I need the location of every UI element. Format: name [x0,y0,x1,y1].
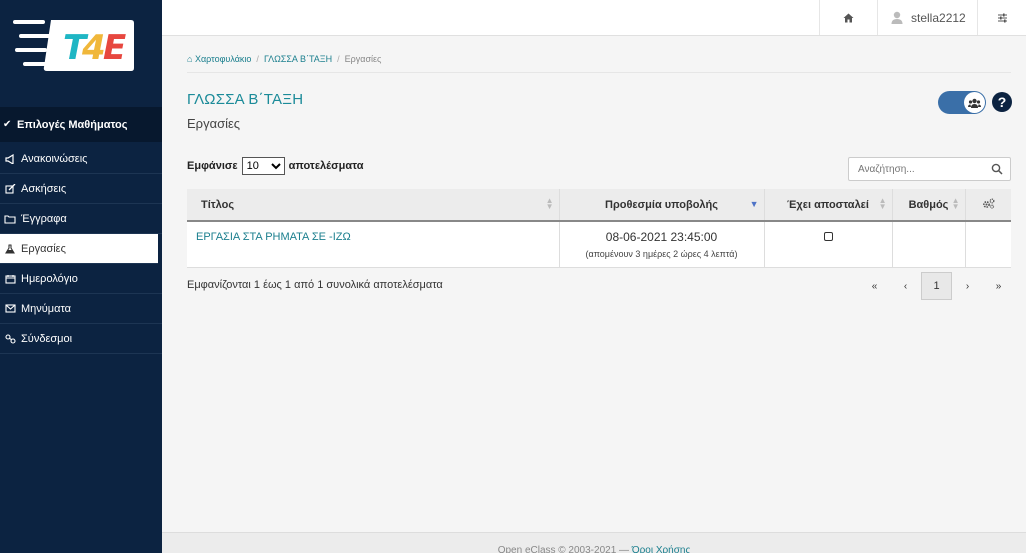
top-bar: stella2212 [162,0,1026,36]
column-actions [965,189,1011,222]
deadline-remaining: (απομένουν 3 ημέρες 2 ώρες 4 λεπτά) [585,248,738,259]
page-length-control: Εμφάνισε 10 αποτελέσματα [187,157,364,175]
sidebar-item-messages[interactable]: Μηνύματα [0,294,162,324]
settings-button[interactable] [977,0,1026,35]
calendar-icon [4,274,16,284]
sidebar-item-exercises[interactable]: Ασκήσεις [0,174,162,204]
edit-icon [4,183,16,194]
sidebar-item-announcements[interactable]: Ανακοινώσεις [0,144,162,174]
sort-desc-icon: ▼ [749,199,759,209]
page-length-select[interactable]: 10 [241,157,285,175]
sidebar-item-links[interactable]: Σύνδεσμοι [0,324,162,354]
gears-icon [982,198,995,209]
sort-icon: ▲ ▼ [545,196,554,211]
pager-next-button[interactable]: › [952,272,983,300]
sidebar-item-label: Ασκήσεις [21,182,67,195]
help-button[interactable]: ? [992,92,1012,112]
sidebar-item-label: Μηνύματα [21,302,72,315]
cell-grade [892,221,966,268]
table-info: Εμφανίζονται 1 έως 1 από 1 συνολικά αποτ… [187,279,443,291]
column-deadline[interactable]: Προθεσμία υποβολής ▼ [559,189,765,222]
sidebar: T 4 E ✔ Επιλογές Μαθήματος Ανακοινώσεις … [0,0,162,553]
folder-icon [4,214,16,224]
course-options-label: Επιλογές Μαθήματος [17,118,128,131]
cell-title: ΕΡΓΑΣΙΑ ΣΤΑ ΡΗΜΑΤΑ ΣΕ -ΙΖΩ [187,221,560,268]
sidebar-item-label: Ανακοινώσεις [21,152,88,165]
search-icon [991,163,1003,175]
sort-icon: ▲ ▼ [951,196,960,211]
page-title: ΓΛΩΣΣΑ Β΄ΤΑΞΗ [187,91,304,108]
table-row: ΕΡΓΑΣΙΑ ΣΤΑ ΡΗΜΑΤΑ ΣΕ -ΙΖΩ 08-06-2021 23… [187,221,1011,268]
footer-text: Open eClass © 2003-2021 — [497,545,632,553]
pager-first-button[interactable]: « [859,272,890,300]
home-icon: ⌂ [187,54,193,64]
megaphone-icon [4,153,16,164]
sidebar-item-label: Έγγραφα [21,212,67,225]
username: stella2212 [911,10,966,25]
assignment-link[interactable]: ΕΡΓΑΣΙΑ ΣΤΑ ΡΗΜΑΤΑ ΣΕ -ΙΖΩ [196,231,351,243]
flask-icon [4,243,16,254]
sidebar-item-label: Εργασίες [21,242,66,255]
svg-text:E: E [103,28,126,68]
footer: Open eClass © 2003-2021 — Όροι Χρήσης [162,532,1026,553]
table-header-row: Τίτλος ▲ ▼ Προθεσμία υποβολής ▼ Έχει αποσ… [187,189,1011,222]
column-submitted[interactable]: Έχει αποσταλεί ▲ ▼ [764,189,893,222]
page-subtitle: Εργασίες [187,116,241,131]
breadcrumb-current: Εργασίες [344,54,382,64]
column-title[interactable]: Τίτλος ▲ ▼ [187,189,560,222]
sidebar-item-calendar[interactable]: Ημερολόγιο [0,264,162,294]
submitted-checkbox-icon [823,232,833,241]
sidebar-item-assignments[interactable]: Εργασίες [0,234,158,264]
breadcrumb: ⌂ Χαρτοφυλάκιο / ΓΛΩΣΣΑ Β΄ΤΑΞΗ / Εργασίες [187,54,382,64]
pager-last-button[interactable]: » [983,272,1014,300]
column-grade[interactable]: Βαθμός ▲ ▼ [892,189,966,222]
t4e-logo[interactable]: T 4 E [13,14,135,74]
sidebar-item-label: Ημερολόγιο [21,272,78,285]
search-input[interactable] [848,157,1011,181]
toggle-knob [964,92,985,113]
svg-text:4: 4 [81,28,106,68]
user-avatar-icon [891,11,903,24]
cell-actions [965,221,1011,268]
sort-icon: ▲ ▼ [878,196,887,211]
cell-deadline: 08-06-2021 23:45:00 (απομένουν 3 ημέρες … [559,221,765,268]
pager-page-1[interactable]: 1 [921,272,952,300]
home-icon [843,13,854,22]
check-icon: ✔ [3,119,12,130]
envelope-icon [4,304,16,313]
sidebar-menu: Ανακοινώσεις Ασκήσεις Έγγραφα Εργασίες Η… [0,144,162,354]
view-toggle[interactable] [938,91,986,114]
assignments-table: Τίτλος ▲ ▼ Προθεσμία υποβολής ▼ Έχει αποσ… [187,189,1011,268]
breadcrumb-home[interactable]: ⌂ Χαρτοφυλάκιο [187,54,251,64]
link-icon [4,333,16,344]
cell-submitted [764,221,893,268]
course-options-header[interactable]: ✔ Επιλογές Μαθήματος [0,107,162,142]
deadline-date: 08-06-2021 23:45:00 [605,229,718,244]
divider [187,72,1011,73]
users-icon [968,98,981,108]
user-menu[interactable]: stella2212 [877,0,977,35]
pager-prev-button[interactable]: ‹ [890,272,921,300]
sidebar-item-label: Σύνδεσμοι [21,332,73,345]
sidebar-item-documents[interactable]: Έγγραφα [0,204,162,234]
question-icon: ? [997,94,1007,110]
main-content: ⌂ Χαρτοφυλάκιο / ΓΛΩΣΣΑ Β΄ΤΑΞΗ / Εργασίες ΓΛ… [162,36,1026,532]
home-button[interactable] [819,0,877,35]
sliders-icon [997,13,1007,22]
footer-terms-link[interactable]: Όροι Χρήσης [632,545,690,553]
breadcrumb-course[interactable]: ΓΛΩΣΣΑ Β΄ΤΑΞΗ [264,54,332,64]
pagination: « ‹ 1 › » [859,272,1014,300]
